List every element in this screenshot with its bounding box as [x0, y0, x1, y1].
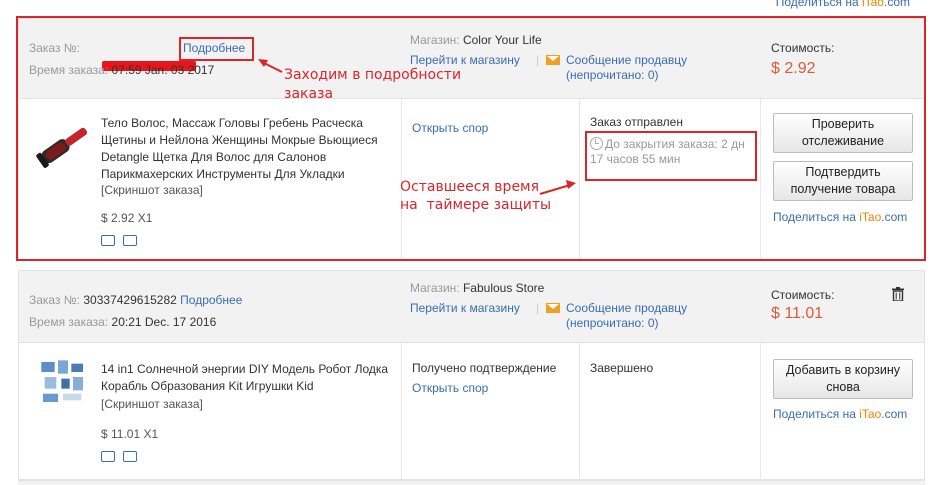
- share-itao-link-top[interactable]: Поделиться на iTao.com: [776, 0, 910, 9]
- annotation-timer-note-2: на таймере защиты: [400, 197, 552, 213]
- annotation-frame-order: [16, 16, 926, 261]
- separator: |: [536, 301, 540, 315]
- envelope-icon: [546, 303, 560, 313]
- order-snapshot-link[interactable]: [Скриншот заказа]: [101, 397, 203, 411]
- go-to-store-link[interactable]: Перейти к магазину: [410, 301, 520, 315]
- next-order-fragment: [18, 480, 925, 485]
- product-title[interactable]: 14 in1 Солнечной энергии DIY Модель Робо…: [101, 361, 401, 395]
- order-body: 14 in1 Солнечной энергии DIY Модель Робо…: [19, 343, 924, 481]
- column-divider: [760, 343, 761, 481]
- previous-order-fragment: Поделиться на iTao.com: [0, 0, 940, 14]
- add-to-cart-again-button[interactable]: Добавить в корзину снова: [773, 359, 913, 399]
- annotation-details-note: Заходим в подробности заказа: [284, 67, 462, 102]
- order-time: Время заказа: 20:21 Dec. 17 2016: [29, 315, 217, 329]
- order-header: Заказ №: 30337429615282 Подробнее Время …: [19, 271, 924, 343]
- price-quantity: $ 11.01 X1: [101, 427, 159, 441]
- product-icons: [101, 451, 145, 465]
- trash-icon[interactable]: [892, 287, 904, 301]
- column-divider: [579, 343, 580, 481]
- annotation-box-timer: [585, 131, 757, 181]
- truck-icon[interactable]: [101, 451, 115, 462]
- card-icon[interactable]: [123, 451, 137, 462]
- unread-count: (непрочитано: 0): [566, 316, 659, 330]
- order-status: Завершено: [590, 361, 654, 375]
- product-image-solar-robot-kit[interactable]: [33, 357, 93, 407]
- column-divider: [401, 343, 402, 481]
- annotation-box-details: [179, 37, 254, 61]
- store-name: Магазин: Fabulous Store: [410, 281, 545, 295]
- order-number: Заказ №: 30337429615282 Подробнее: [29, 293, 243, 307]
- share-itao-link[interactable]: Поделиться на iTao.com: [773, 407, 907, 421]
- message-seller-link[interactable]: Сообщение продавцу (непрочитано: 0): [546, 301, 687, 331]
- confirmation-received-text: Получено подтверждение: [412, 361, 557, 375]
- open-dispute-link[interactable]: Открыть спор: [412, 381, 488, 395]
- details-link[interactable]: Подробнее: [180, 293, 242, 307]
- cost-value: $ 11.01: [771, 305, 824, 322]
- order-card-2: Заказ №: 30337429615282 Подробнее Время …: [18, 270, 925, 481]
- cost-label: Стоимость:: [771, 288, 835, 302]
- annotation-timer-note-1: Оставшееся время: [400, 179, 540, 195]
